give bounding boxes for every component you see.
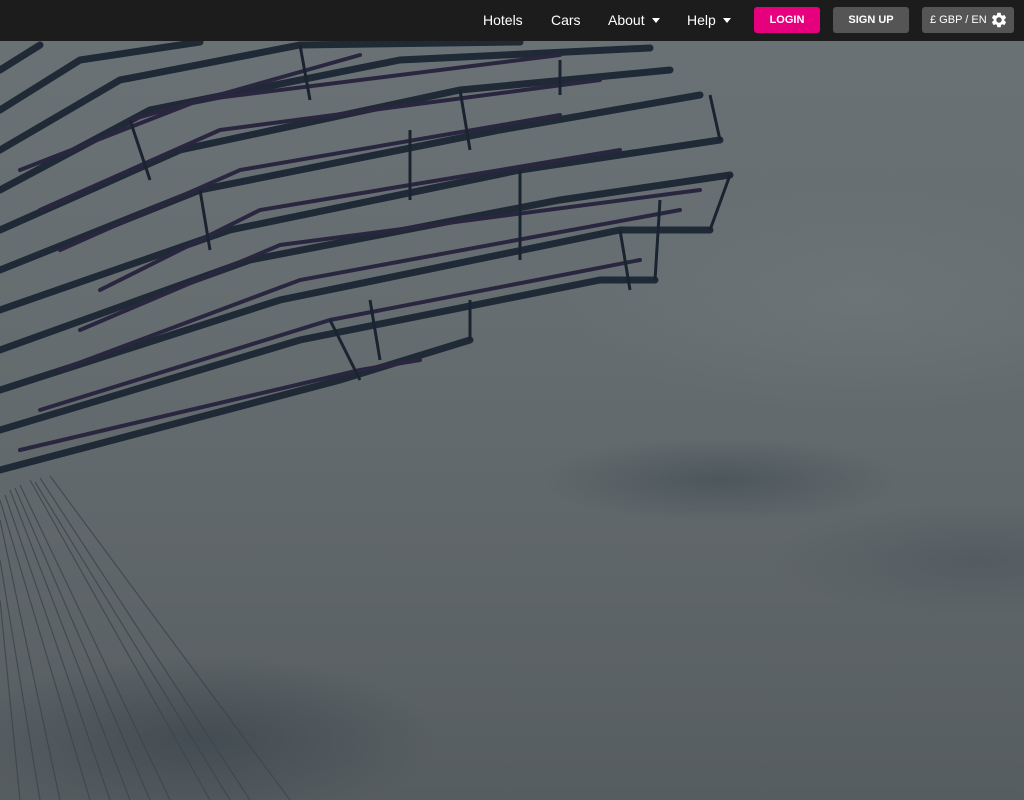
currency-language-button[interactable]: £ GBP / EN bbox=[922, 7, 1014, 33]
nav-dropdown-help[interactable]: Help bbox=[687, 11, 731, 29]
hero-background-image bbox=[0, 0, 1024, 800]
nav-dropdown-about-label: About bbox=[608, 12, 645, 28]
nav-link-hotels-label: Hotels bbox=[483, 12, 523, 28]
caret-down-icon bbox=[722, 17, 731, 23]
caret-down-icon bbox=[651, 17, 660, 23]
nav-link-cars[interactable]: Cars bbox=[551, 11, 581, 29]
nav-link-cars-label: Cars bbox=[551, 12, 581, 28]
gear-icon bbox=[991, 12, 1007, 28]
signup-button-label: SIGN UP bbox=[848, 14, 894, 26]
login-button[interactable]: LOGIN bbox=[754, 7, 820, 33]
nav-dropdown-help-label: Help bbox=[687, 12, 716, 28]
top-navbar: Hotels Cars About Help LOGIN SIGN UP £ G… bbox=[0, 0, 1024, 41]
login-button-label: LOGIN bbox=[769, 14, 805, 26]
currency-language-label: £ GBP / EN bbox=[930, 14, 987, 26]
nav-link-hotels[interactable]: Hotels bbox=[483, 11, 523, 29]
hero-structure-graphic bbox=[0, 38, 734, 800]
nav-dropdown-about[interactable]: About bbox=[608, 11, 660, 29]
signup-button[interactable]: SIGN UP bbox=[833, 7, 909, 33]
